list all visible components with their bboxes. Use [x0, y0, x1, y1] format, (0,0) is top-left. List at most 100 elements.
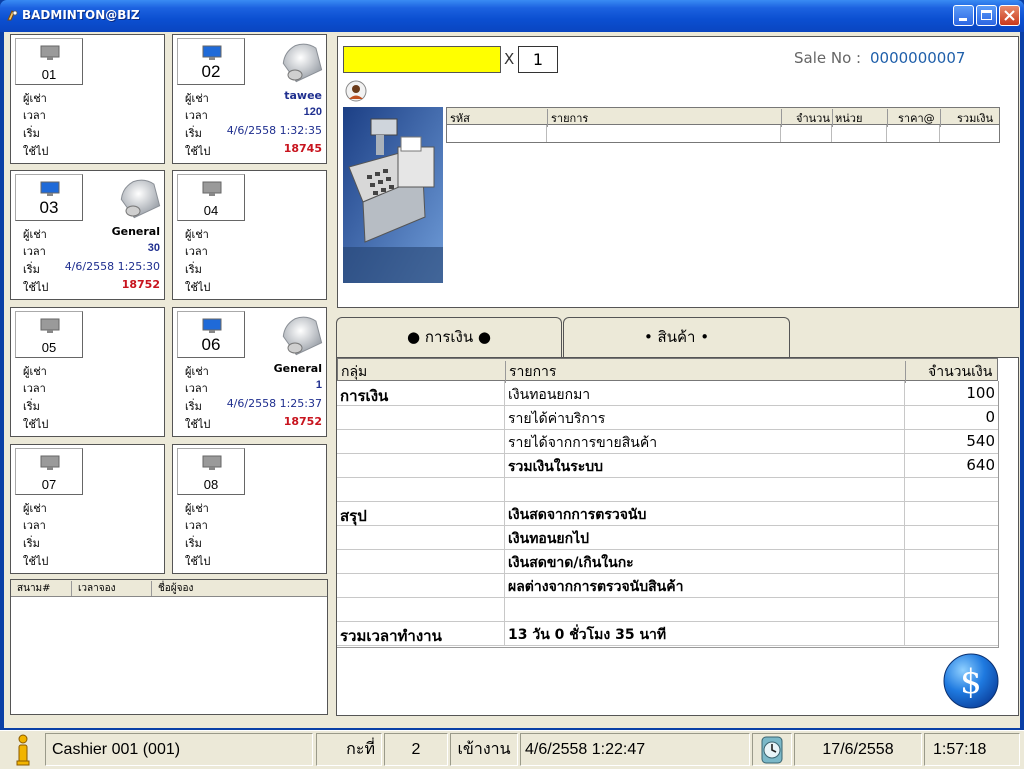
summary-row[interactable]: รายได้ค่าบริการ 0 [337, 405, 998, 430]
court-label-used: ใช้ไป [185, 281, 211, 294]
booking-col-court: สนาม# [17, 583, 51, 594]
close-button[interactable] [999, 5, 1020, 26]
summary-row[interactable]: รวมเงินในระบบ 640 [337, 453, 998, 478]
window-title: BADMINTON@BIZ [22, 8, 140, 22]
title-bar[interactable]: BADMINTON@BIZ [0, 0, 1024, 32]
clock-icon [761, 736, 783, 764]
maximize-button[interactable] [976, 5, 997, 26]
court-button-07[interactable]: 07 [15, 448, 83, 495]
monitor-icon [40, 181, 60, 196]
shuttlecock-icon [120, 179, 161, 219]
shift-number: 2 [384, 733, 448, 766]
court-card-08[interactable]: 08 ผู้เช่า เวลา เริ่ม ใช้ไป [172, 444, 327, 574]
court-label-renter: ผู้เช่า [185, 365, 209, 378]
summary-table: การเงิน เงินทอนยกมา 100 รายได้ค่าบริการ 0 ราย… [337, 381, 999, 648]
court-button-08[interactable]: 08 [177, 448, 245, 495]
court-number: 04 [203, 203, 219, 218]
sale-grid-header: รหัส รายการ จำนวน หน่วย ราคา@ รวมเงิน [446, 107, 1000, 127]
court-button-06[interactable]: 06 [177, 311, 245, 358]
summary-row[interactable]: รวมเวลาทำงาน 13 วัน 0 ชั่วโมง 35 นาที [337, 621, 998, 646]
court-number: 03 [39, 198, 59, 217]
summary-row[interactable]: การเงิน เงินทอนยกมา 100 [337, 381, 998, 406]
court-label-start: เริ่ม [23, 263, 40, 276]
clock-icon-area [752, 733, 792, 766]
booking-col-time: เวลาจอง [71, 581, 116, 596]
booking-col-name: ชื่อผู้จอง [151, 581, 193, 596]
shuttlecock-icon [282, 43, 323, 83]
court-label-start: เริ่ม [185, 537, 202, 550]
court-label-used: ใช้ไป [23, 418, 49, 431]
court-label-renter: ผู้เช่า [185, 92, 209, 105]
sale-no-label: Sale No : [794, 49, 862, 67]
customer-icon[interactable] [345, 80, 367, 102]
court-value-used: 18745 [283, 142, 322, 155]
court-number: 01 [41, 67, 57, 82]
login-label: เข้างาน [450, 733, 518, 766]
sale-no-value: 0000000007 [870, 49, 966, 67]
payment-dollar-icon[interactable]: $ [943, 653, 999, 709]
minimize-button[interactable] [953, 5, 974, 26]
summary-row[interactable]: สรุป เงินสดจากการตรวจนับ [337, 501, 998, 526]
court-button-05[interactable]: 05 [15, 311, 83, 358]
court-card-02[interactable]: 02 ผู้เช่า tawee เวลา 120 เริ่ม 4/6/2558 1:32:… [172, 34, 327, 164]
court-button-01[interactable]: 01 [15, 38, 83, 85]
multiply-sign: X [504, 50, 515, 68]
summary-row[interactable]: รายได้จากการขายสินค้า 540 [337, 429, 998, 454]
summary-row[interactable] [337, 597, 998, 622]
status-bar: Cashier 001 (001) กะที่ 2 เข้างาน 4/6/25… [0, 730, 1024, 769]
svg-text:$: $ [960, 662, 982, 702]
court-label-used: ใช้ไป [23, 281, 49, 294]
court-label-start: เริ่ม [23, 400, 40, 413]
court-label-renter: ผู้เช่า [23, 502, 47, 515]
product-code-input[interactable] [343, 46, 501, 73]
quantity-input[interactable]: 1 [518, 46, 558, 73]
shift-label: กะที่ [316, 733, 382, 766]
summary-col-amount: จำนวนเงิน [905, 361, 992, 383]
court-label-start: เริ่ม [23, 537, 40, 550]
court-label-start: เริ่ม [23, 127, 40, 140]
court-label-time: เวลา [23, 109, 46, 122]
court-card-03[interactable]: 03 ผู้เช่า General เวลา 30 เริ่ม 4/6/2558 1:25… [10, 170, 165, 300]
summary-col-group: กลุ่ม [341, 364, 368, 380]
summary-amount: 100 [966, 384, 995, 402]
court-value-start: 4/6/2558 1:25:37 [226, 397, 322, 410]
court-number: 08 [203, 477, 219, 492]
court-card-07[interactable]: 07 ผู้เช่า เวลา เริ่ม ใช้ไป [10, 444, 165, 574]
court-label-renter: ผู้เช่า [23, 228, 47, 241]
court-label-start: เริ่ม [185, 400, 202, 413]
summary-item: เงินทอนยกไป [508, 531, 590, 547]
court-label-renter: ผู้เช่า [23, 365, 47, 378]
court-label-used: ใช้ไป [185, 145, 211, 158]
summary-row[interactable]: เงินทอนยกไป [337, 525, 998, 550]
monitor-icon [202, 45, 222, 60]
court-button-02[interactable]: 02 [177, 38, 245, 85]
summary-header: กลุ่ม รายการ จำนวนเงิน [337, 358, 998, 383]
summary-row[interactable] [337, 477, 998, 502]
tab-products[interactable]: • สินค้า • [563, 317, 790, 359]
court-card-05[interactable]: 05 ผู้เช่า เวลา เริ่ม ใช้ไป [10, 307, 165, 437]
court-number: 02 [201, 62, 221, 81]
summary-item: เงินสดจากการตรวจนับ [508, 507, 647, 523]
court-card-04[interactable]: 04 ผู้เช่า เวลา เริ่ม ใช้ไป [172, 170, 327, 300]
summary-item: ผลต่างจากการตรวจนับสินค้า [508, 579, 684, 595]
court-button-03[interactable]: 03 [15, 174, 83, 221]
summary-amount: 640 [966, 456, 995, 474]
monitor-icon [202, 455, 222, 470]
court-label-start: เริ่ม [185, 127, 202, 140]
tab-finance[interactable]: ● การเงิน ● [336, 317, 562, 359]
sale-grid-row[interactable] [446, 125, 1000, 143]
summary-row[interactable]: ผลต่างจากการตรวจนับสินค้า [337, 573, 998, 598]
court-label-renter: ผู้เช่า [23, 92, 47, 105]
summary-amount: 540 [966, 432, 995, 450]
court-card-01[interactable]: 01 ผู้เช่า เวลา เริ่ม ใช้ไป [10, 34, 165, 164]
court-card-06[interactable]: 06 ผู้เช่า General เวลา 1 เริ่ม 4/6/2558 1:25:… [172, 307, 327, 437]
close-icon [1004, 10, 1015, 21]
booking-header: สนาม# เวลาจอง ชื่อผู้จอง [11, 580, 327, 597]
monitor-icon [40, 318, 60, 333]
summary-amount: 0 [985, 408, 995, 426]
monitor-icon [40, 455, 60, 470]
summary-item: รายได้จากการขายสินค้า [508, 435, 658, 451]
booking-list[interactable]: สนาม# เวลาจอง ชื่อผู้จอง [10, 579, 328, 715]
summary-row[interactable]: เงินสดขาด/เกินในกะ [337, 549, 998, 574]
court-button-04[interactable]: 04 [177, 174, 245, 221]
